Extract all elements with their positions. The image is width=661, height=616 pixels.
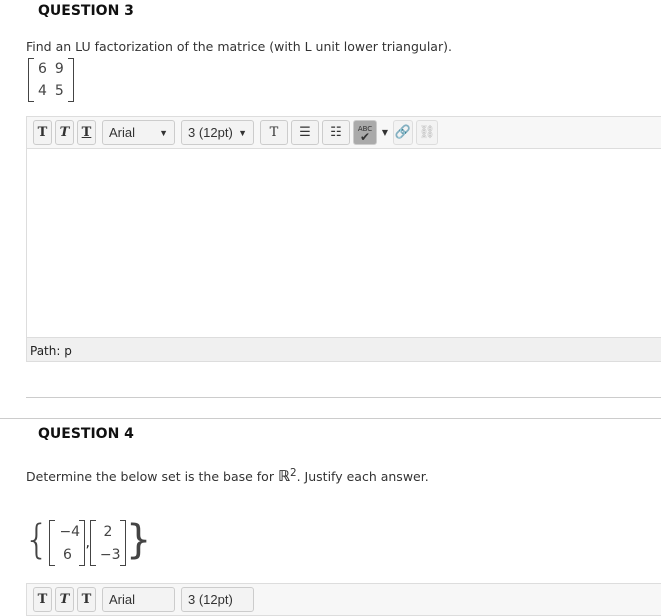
- font-select[interactable]: Arial: [102, 587, 175, 612]
- chevron-down-icon: ▼: [159, 127, 168, 138]
- cell: −3: [99, 546, 121, 563]
- path-bar: Path: p: [26, 337, 661, 362]
- text: . Justify each answer.: [296, 469, 429, 485]
- cell: −4: [59, 523, 81, 540]
- bold-button[interactable]: T: [33, 120, 52, 145]
- unlink-icon[interactable]: ⛓: [416, 120, 438, 145]
- link-icon[interactable]: 🔗: [393, 120, 413, 145]
- cell: 2: [103, 523, 113, 540]
- spellcheck-button[interactable]: ABC ✔: [353, 120, 377, 145]
- cell: 6: [38, 61, 47, 77]
- cell: 5: [54, 83, 64, 99]
- question-4-title: QUESTION 4: [38, 426, 134, 442]
- text-color-button[interactable]: T: [260, 120, 288, 145]
- matrix-a: 6945: [28, 58, 74, 102]
- question-3-title: QUESTION 3: [38, 3, 134, 19]
- bold-button[interactable]: T: [33, 587, 52, 612]
- underline-button[interactable]: T: [77, 120, 96, 145]
- cell: 4: [38, 83, 47, 99]
- exponent: 2: [289, 467, 297, 479]
- editor-toolbar: T T T Arial ▼ 3 (12pt) ▼ T ☰ ☷ ABC ✔ ▼ 🔗 ⛓: [26, 116, 661, 149]
- cell: 9: [54, 61, 64, 77]
- chevron-down-icon[interactable]: ▼: [380, 120, 390, 145]
- chevron-down-icon: ▼: [238, 127, 247, 138]
- question-3-text: Find an LU factorization of the matrice …: [26, 39, 452, 54]
- size-select[interactable]: 3 (12pt): [181, 587, 254, 612]
- vector-set: { −4 6 , 2 −3 }: [24, 520, 151, 566]
- field-symbol: ℝ: [277, 467, 290, 486]
- text: Determine the below set is the base for: [26, 469, 278, 485]
- divider: [26, 397, 661, 398]
- bullet-list-icon[interactable]: ☰: [291, 120, 319, 145]
- numbered-list-icon[interactable]: ☷: [322, 120, 350, 145]
- answer-editor[interactable]: [26, 149, 661, 338]
- size-select[interactable]: 3 (12pt): [188, 125, 233, 140]
- editor-toolbar-2: T T T Arial 3 (12pt): [26, 583, 661, 616]
- underline-button[interactable]: T: [77, 587, 96, 612]
- italic-button[interactable]: T: [55, 120, 74, 145]
- divider: [0, 418, 661, 419]
- question-4-text: Determine the below set is the base for …: [26, 467, 429, 485]
- italic-button[interactable]: T: [55, 587, 74, 612]
- cell: 6: [62, 546, 72, 563]
- font-select[interactable]: Arial: [109, 125, 135, 140]
